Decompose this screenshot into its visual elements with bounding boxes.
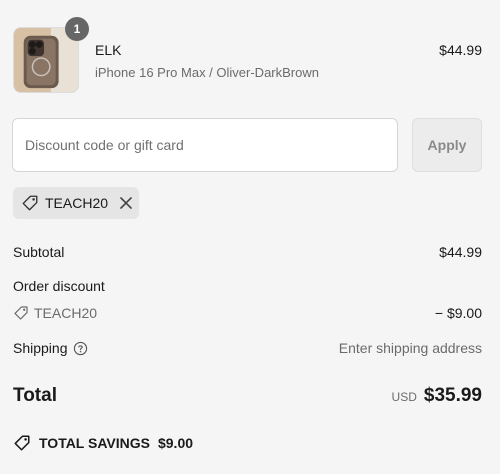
tag-icon <box>13 434 31 452</box>
applied-code-label: TEACH20 <box>45 195 109 211</box>
product-variant: iPhone 16 Pro Max / Oliver-DarkBrown <box>95 65 319 80</box>
product-name: ELK <box>95 42 122 58</box>
order-discount-row: Order discount <box>13 278 482 294</box>
close-icon[interactable] <box>118 195 134 211</box>
subtotal-label: Subtotal <box>13 244 65 260</box>
discount-value: − $9.00 <box>434 305 482 321</box>
product-price: $44.99 <box>439 42 482 58</box>
total-savings: TOTAL SAVINGS $9.00 <box>13 434 193 452</box>
order-discount-label: Order discount <box>13 278 105 294</box>
help-circle-icon[interactable] <box>73 341 88 356</box>
tag-icon <box>21 194 39 212</box>
savings-label: TOTAL SAVINGS <box>39 435 150 451</box>
line-item: 1 ELK iPhone 16 Pro Max / Oliver-DarkBro… <box>13 17 482 93</box>
apply-button[interactable]: Apply <box>412 118 482 172</box>
shipping-label: Shipping <box>13 340 68 356</box>
discount-code-input[interactable] <box>12 118 398 172</box>
total-row: Total USD $35.99 <box>13 385 482 407</box>
shipping-row: Shipping Enter shipping address <box>13 340 482 356</box>
quantity-badge: 1 <box>65 17 89 41</box>
shipping-value: Enter shipping address <box>338 340 482 356</box>
subtotal-row: Subtotal $44.99 <box>13 244 482 260</box>
subtotal-value: $44.99 <box>439 244 482 260</box>
savings-value: $9.00 <box>157 435 194 451</box>
order-summary: 1 ELK iPhone 16 Pro Max / Oliver-DarkBro… <box>0 0 500 474</box>
currency-code: USD <box>391 390 417 404</box>
total-label: Total <box>13 385 57 406</box>
tag-icon <box>13 305 29 321</box>
total-amount: $35.99 <box>423 385 482 406</box>
discount-code-label: TEACH20 <box>34 305 98 321</box>
discount-code-row: TEACH20 − $9.00 <box>13 305 482 321</box>
applied-discount-chip: TEACH20 <box>13 187 139 219</box>
